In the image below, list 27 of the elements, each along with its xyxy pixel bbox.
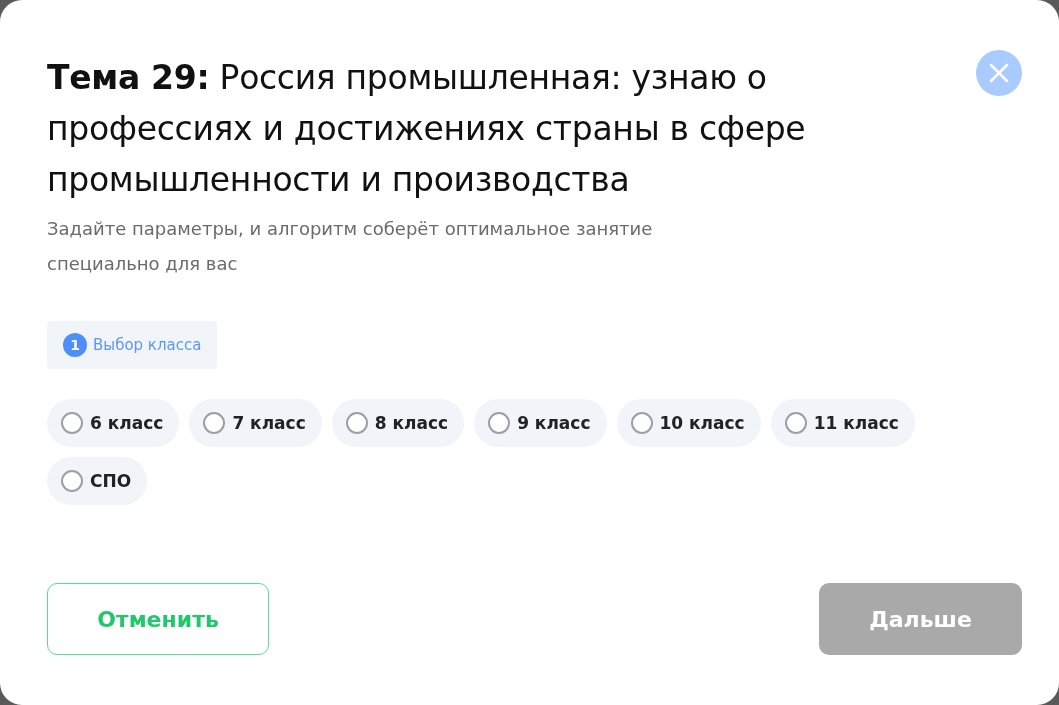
dialog-title: Тема 29: Россия промышленная: узнаю о профессиях и достижениях страны в сфере промышленности и производства [47, 57, 807, 201]
step-number: 1 [63, 333, 87, 357]
radio-button[interactable] [61, 412, 83, 434]
option-label: 8 класс [374, 413, 449, 433]
radio-button[interactable] [488, 412, 511, 434]
dialog-subtitle: Задайте параметры, и алгоритм соберёт оптимальное занятие специально для вас [47, 217, 654, 276]
radio-button[interactable] [61, 470, 83, 492]
grade-option[interactable]: 10 класс [616, 399, 761, 447]
option-label: 7 класс [232, 413, 306, 433]
option-label: 11 класс [813, 413, 899, 433]
close-icon [988, 62, 1010, 84]
grade-option[interactable]: 6 класс [47, 399, 180, 447]
radio-button[interactable] [345, 412, 368, 434]
option-label: СПО [90, 471, 132, 491]
option-label: 9 класс [517, 413, 591, 433]
step-label: Выбор класса [93, 336, 202, 354]
option-label: 10 класс [659, 413, 745, 433]
grade-option[interactable]: 11 класс [770, 399, 915, 447]
option-label: 6 класс [90, 413, 164, 433]
radio-button[interactable] [630, 412, 653, 434]
radio-button[interactable] [784, 412, 807, 434]
grade-option[interactable]: 7 класс [189, 399, 322, 447]
grade-option[interactable]: 8 класс [331, 399, 465, 447]
grade-option[interactable]: 9 класс [474, 399, 607, 447]
grade-option[interactable]: СПО [47, 457, 148, 505]
close-button[interactable] [976, 50, 1022, 96]
radio-button[interactable] [203, 412, 226, 434]
